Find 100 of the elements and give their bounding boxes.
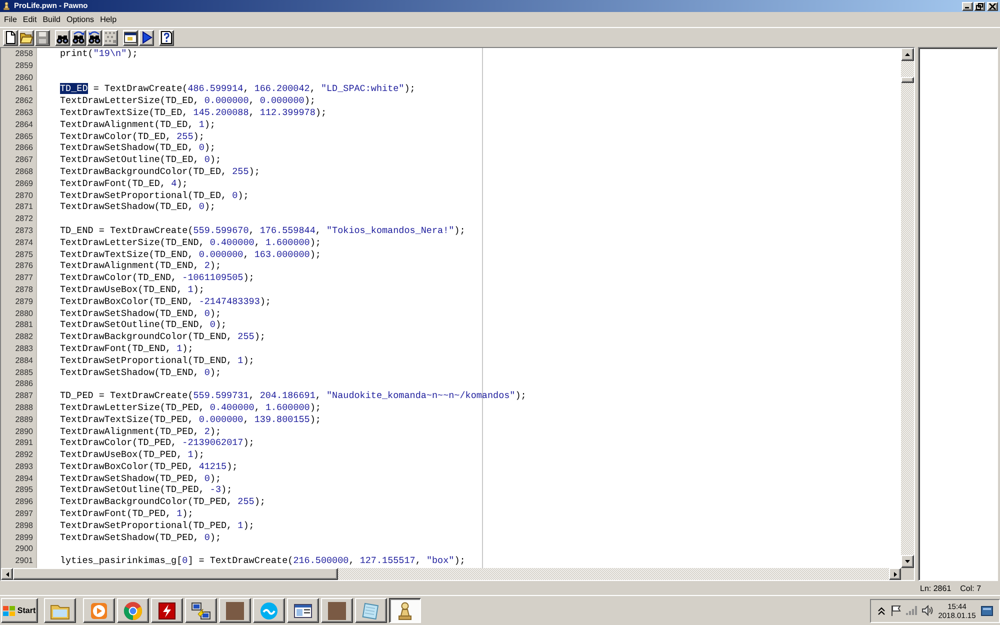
show-desktop-icon[interactable] [981, 606, 993, 616]
line-number: 2885 [14, 366, 34, 378]
line-number: 2875 [14, 248, 34, 260]
line-number: 2872 [14, 213, 34, 225]
run-button[interactable] [139, 30, 154, 46]
scroll-down-button[interactable] [901, 555, 914, 568]
code-line: TextDrawTextSize(TD_ED, 145.200088, 112.399978); [60, 106, 327, 118]
line-number: 2887 [14, 390, 34, 402]
code-line: TextDrawAlignment(TD_ED, 1); [60, 118, 216, 130]
replace-button[interactable] [87, 30, 102, 46]
compile-button[interactable] [123, 30, 138, 46]
code-line: TextDrawLetterSize(TD_END, 0.400000, 1.600000); [60, 236, 321, 248]
code-line: TextDrawSetProportional(TD_END, 1); [60, 354, 254, 366]
binoculars-arrow-icon [88, 31, 101, 44]
line-number: 2886 [14, 378, 34, 390]
menu-item[interactable]: Build [40, 13, 64, 26]
code-line: TextDrawBoxColor(TD_END, -2147483393); [60, 296, 271, 307]
line-number: 2876 [14, 260, 34, 272]
menu-item[interactable]: Help [97, 13, 120, 26]
column-indicator: Col: 7 [960, 583, 982, 594]
play-icon [140, 31, 153, 44]
scrollbar-thumb[interactable] [901, 77, 914, 83]
line-number: 2873 [14, 224, 34, 237]
code-line: TextDrawSetProportional(TD_ED, 0); [60, 190, 249, 201]
scrollbar-thumb[interactable] [13, 568, 338, 580]
line-number: 2900 [14, 543, 34, 556]
binoculars-arrow-icon [72, 31, 85, 44]
close-button[interactable] [987, 2, 998, 10]
line-number: 2899 [14, 532, 34, 544]
line-number: 2880 [14, 308, 34, 320]
new-file-button[interactable] [3, 30, 18, 46]
line-number: 2874 [14, 236, 34, 249]
find-next-button[interactable] [71, 30, 86, 46]
line-number: 2881 [14, 319, 34, 332]
start-button[interactable]: Start [1, 598, 38, 623]
code-line: TextDrawColor(TD_ED, 255); [60, 130, 204, 142]
code-line: TextDrawTextSize(TD_END, 0.000000, 163.000000); [60, 248, 321, 260]
code-line: TextDrawSetShadow(TD_ED, 0); [60, 201, 216, 212]
code-editor[interactable] [37, 48, 901, 568]
line-number: 2871 [14, 201, 34, 214]
line-number: 2860 [14, 72, 34, 84]
restore-button[interactable] [974, 2, 985, 10]
down-arrow-icon [905, 560, 910, 563]
menu-item[interactable]: Edit [20, 13, 40, 26]
line-number: 2895 [14, 484, 34, 496]
line-number: 2877 [14, 272, 34, 284]
line-number: 2878 [14, 284, 34, 296]
line-number: 2869 [14, 178, 34, 190]
scroll-up-button[interactable] [901, 48, 914, 61]
line-number: 2888 [14, 402, 34, 414]
close-icon [989, 2, 996, 10]
two-computers-icon [191, 600, 211, 620]
wave-disc-icon [259, 600, 279, 620]
open-button[interactable] [19, 30, 34, 46]
help-icon [160, 31, 173, 44]
line-number: 2882 [14, 331, 34, 343]
code-line: TD_END = TextDrawCreate(559.599670, 176.559844, "Tokios_komandos_Nera!"); [60, 224, 466, 236]
code-line: TextDrawBackgroundColor(TD_ED, 255); [60, 166, 260, 177]
line-number: 2862 [14, 95, 34, 107]
speaker-icon[interactable] [922, 605, 933, 616]
line-number: 2892 [14, 449, 34, 461]
line-number: 2868 [14, 166, 34, 178]
four-pane-flag-icon [3, 606, 16, 616]
scroll-right-button[interactable] [889, 568, 901, 580]
code-line: TextDrawColor(TD_END, -1061109505); [60, 272, 254, 284]
code-line: TextDrawBackgroundColor(TD_END, 255); [60, 331, 266, 342]
code-line: TextDrawFont(TD_END, 1); [60, 342, 194, 354]
menu-item[interactable]: File [1, 13, 20, 26]
line-number: 2894 [14, 472, 34, 484]
line-number: 2893 [14, 460, 34, 473]
code-line: TextDrawAlignment(TD_PED, 2); [60, 426, 222, 436]
code-line: TextDrawSetProportional(TD_PED, 1); [60, 520, 254, 531]
code-line: TextDrawBoxColor(TD_PED, 41215); [60, 460, 238, 472]
scroll-left-button[interactable] [1, 568, 13, 580]
code-line: TextDrawSetOutline(TD_PED, -3); [60, 484, 232, 496]
code-line: TextDrawSetOutline(TD_ED, 0); [60, 154, 222, 166]
code-line: TextDrawSetShadow(TD_ED, 0); [60, 142, 216, 154]
right-arrow-icon [894, 572, 896, 576]
line-number: 2867 [14, 154, 34, 166]
line-number: 2890 [14, 426, 34, 438]
picture-placeholder-icon [327, 600, 347, 620]
menu-item[interactable]: Options [63, 13, 98, 26]
minimize-button[interactable] [962, 2, 973, 10]
picture-placeholder-icon [225, 600, 245, 620]
line-number: 2879 [14, 296, 34, 308]
notepad-icon [361, 600, 381, 620]
find-button[interactable] [55, 30, 70, 46]
help-button[interactable] [159, 30, 174, 46]
line-number: 2884 [14, 354, 34, 367]
restore-icon [976, 2, 983, 10]
code-line: TextDrawUseBox(TD_END, 1); [60, 284, 204, 295]
code-line: TextDrawUseBox(TD_PED, 1); [60, 449, 204, 460]
play-tile-icon [89, 600, 109, 620]
code-line: TextDrawColor(TD_PED, -2139062017); [60, 437, 254, 448]
taskbar-button[interactable] [389, 598, 421, 623]
flag-icon[interactable] [890, 605, 901, 616]
code-line: TextDrawSetShadow(TD_END, 0); [60, 366, 222, 378]
double-chevron-icon[interactable] [878, 606, 885, 614]
line-number: 2866 [14, 142, 34, 154]
line-number: 2891 [14, 437, 34, 450]
